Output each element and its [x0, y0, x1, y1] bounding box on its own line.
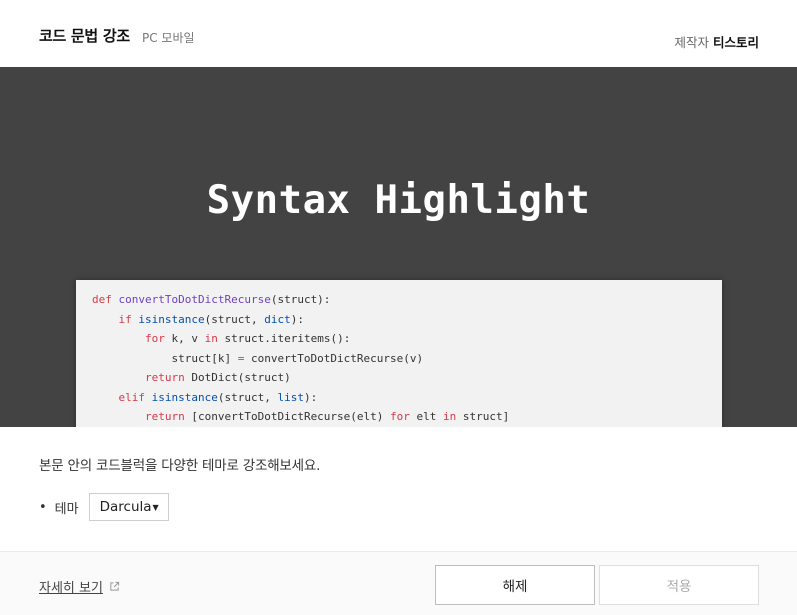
- author-name: 티스토리: [712, 35, 759, 50]
- code-preview: def convertToDotDictRecurse(struct): if …: [76, 280, 722, 427]
- author-label: 제작자: [674, 35, 709, 50]
- theme-select-value: Darcula: [99, 499, 152, 515]
- plugin-description: 본문 안의 코드블럭을 다양한 테마로 강조해보세요.: [39, 458, 321, 474]
- code-line: for k, v in struct.iteritems():: [144, 332, 351, 345]
- caret-down-icon: ▼: [152, 502, 159, 512]
- banner-title: Syntax Highlight: [206, 178, 591, 223]
- preview-banner: Syntax Highlight def convertToDotDictRec…: [0, 67, 797, 427]
- code-line: struct[k] = convertToDotDictRecurse(v): [92, 351, 424, 365]
- apply-button[interactable]: 적용: [599, 565, 759, 605]
- theme-option-row: • 테마 Darcula ▼: [39, 493, 169, 521]
- theme-select[interactable]: Darcula ▼: [88, 493, 169, 521]
- plugin-title: 코드 문법 강조: [39, 27, 130, 45]
- bullet: •: [39, 499, 47, 515]
- theme-label: 테마: [54, 501, 79, 517]
- detail-link-label: 자세히 보기: [39, 581, 103, 596]
- plugin-footer: 자세히 보기 해제 적용: [0, 551, 797, 615]
- code-line: return DotDict(struct): [144, 371, 291, 384]
- code-line: elif isinstance(struct, list):: [118, 390, 318, 404]
- detail-link[interactable]: 자세히 보기: [39, 577, 120, 596]
- external-link-icon: [110, 581, 120, 591]
- plugin-header: 코드 문법 강조 PC 모바일 제작자 티스토리: [0, 0, 797, 67]
- author-info: 제작자 티스토리: [674, 32, 759, 51]
- code-line: def convertToDotDictRecurse(struct):: [92, 293, 331, 306]
- code-line: return [convertToDotDictRecurse(elt) for…: [144, 410, 510, 423]
- code-line: if isinstance(struct, dict):: [118, 312, 304, 326]
- plugin-content: 본문 안의 코드블럭을 다양한 테마로 강조해보세요. • 테마 Darcula…: [0, 427, 797, 551]
- platform-tags: PC 모바일: [142, 31, 195, 45]
- release-button[interactable]: 해제: [435, 565, 595, 605]
